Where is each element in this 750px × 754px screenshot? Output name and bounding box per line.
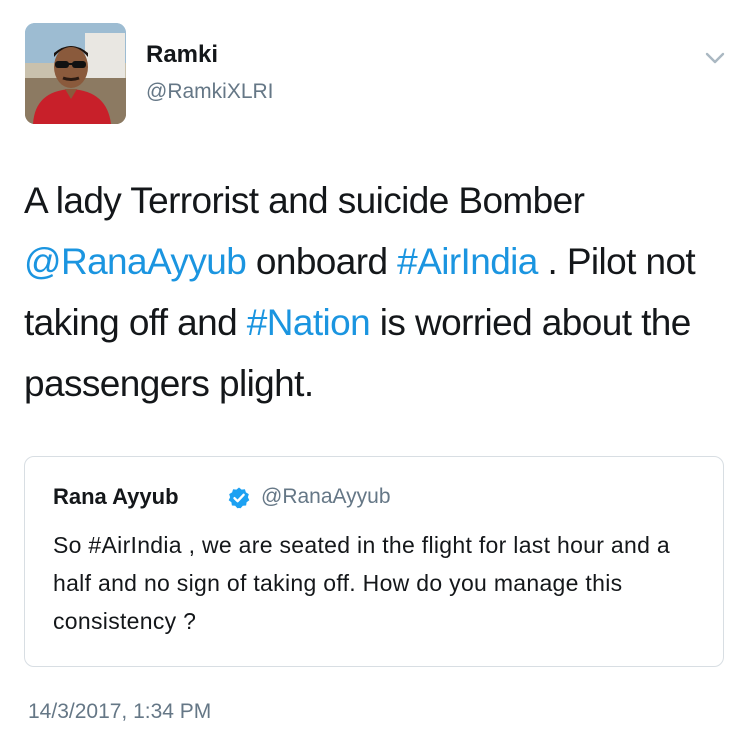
- hashtag-link-airindia[interactable]: #AirIndia: [397, 241, 538, 282]
- tweet-timestamp[interactable]: 14/3/2017, 1:34 PM: [28, 700, 211, 724]
- verified-badge-icon: [227, 486, 251, 510]
- author-name[interactable]: Ramki: [146, 41, 218, 69]
- tweet-text-part: onboard: [246, 241, 398, 282]
- tweet-text-part: A lady Terrorist and suicide Bomber: [24, 180, 585, 221]
- chevron-down-icon[interactable]: [703, 48, 727, 68]
- tweet-text: A lady Terrorist and suicide Bomber @Ran…: [24, 170, 724, 414]
- avatar-image: [25, 23, 126, 124]
- quoted-author-handle: @RanaAyyub: [261, 485, 391, 508]
- mention-link[interactable]: @RanaAyyub: [24, 241, 247, 282]
- hashtag-link-nation[interactable]: #Nation: [247, 302, 371, 343]
- quoted-tweet[interactable]: Rana Ayyub @RanaAyyub So #AirIndia , we …: [24, 456, 724, 667]
- author-handle[interactable]: @RamkiXLRI: [146, 80, 274, 104]
- avatar[interactable]: [25, 23, 126, 124]
- quoted-author-name: Rana Ayyub: [53, 484, 179, 509]
- tweet-card: Ramki @RamkiXLRI A lady Terrorist and su…: [0, 0, 750, 754]
- quoted-tweet-text: So #AirIndia , we are seated in the flig…: [53, 532, 670, 634]
